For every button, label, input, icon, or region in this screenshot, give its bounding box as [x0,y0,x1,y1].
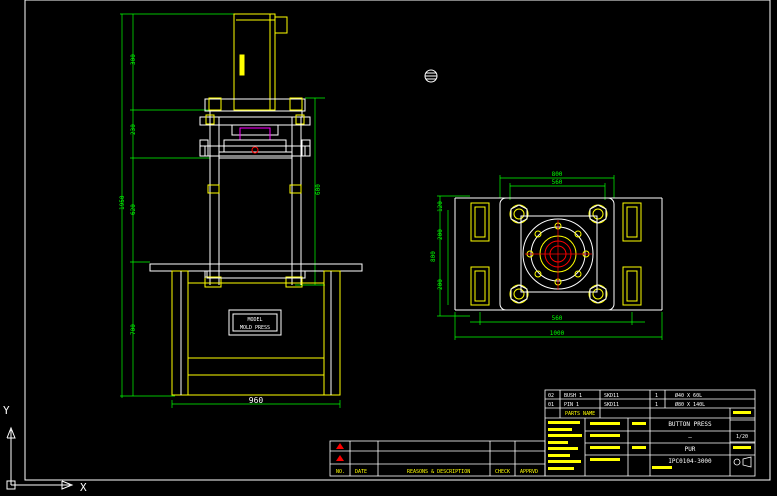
column-collars [204,184,303,288]
cad-drawing-canvas[interactable]: Y X 300 230 1950 620 700 600 MODEL MOLD … [0,0,777,496]
plan-dim-top-outer: 800 [552,171,563,178]
nameplate-line1: MODEL [247,317,262,323]
part-no: 01 [548,402,554,408]
part-spec: Ø80 X 140L [675,401,705,408]
nameplate-line2: MOLD PRESS [240,325,270,331]
x-axis-label: X [80,481,87,494]
svg-text:620: 620 [130,204,137,215]
projection-symbol [733,456,752,468]
part-material: SKD11 [604,393,619,399]
elevation-vertical-dimensions [120,13,325,398]
part-qty: 1 [655,402,658,408]
plan-dim-bottom-outer: 1000 [550,330,565,337]
plan-left-dim-text: 120 200 800 200 [430,201,444,290]
part-no: 02 [548,393,554,399]
parts-row-0: 02 BUSH 1 SKD11 1 Ø40 X 60L [548,392,702,399]
part-name: BUSH 1 [564,393,582,399]
revision-markers [336,443,344,461]
elevation-view[interactable]: 300 230 1950 620 700 600 MODEL MOLD PRES… [119,13,363,408]
cylinder [233,13,288,111]
section-symbol [424,69,438,83]
rev-header-date: DATE [355,469,367,475]
width-dim-label: 960 [249,396,264,405]
drawing-number: IPC0104-3000 [668,458,712,465]
drawing-title: BUTTON PRESS [668,421,712,428]
rev-header-reasons: REASONS & DESCRIPTION [407,469,470,475]
part-spec: Ø40 X 60L [675,392,702,399]
scale-value: 1/20 [736,434,748,440]
svg-text:200: 200 [437,229,444,240]
rev-header-no: NO. [336,469,345,475]
parts-name-header: PARTS NAME [565,411,595,417]
part-name: PIN 1 [564,402,579,408]
svg-text:120: 120 [437,201,444,212]
svg-text:200: 200 [437,279,444,290]
svg-text:300: 300 [130,54,137,65]
plan-left-dimensions [437,195,470,317]
svg-text:800: 800 [430,251,437,262]
title-left-column [548,421,646,470]
nameplate: MODEL MOLD PRESS [228,309,282,336]
revision-block[interactable]: NO. DATE REASONS & DESCRIPTION CHECK APP… [329,440,546,477]
title-dash: — [688,434,692,441]
svg-text:230: 230 [130,124,137,135]
plan-dim-top-inner: 560 [552,179,563,186]
svg-text:700: 700 [130,324,137,335]
rev-header-check: CHECK [495,469,510,475]
parts-row-1: 01 PIN 1 SKD11 1 Ø80 X 140L [548,401,705,408]
part-qty: 1 [655,393,658,399]
plan-dim-bottom-inner: 560 [552,315,563,322]
base-inner-lines [180,271,332,395]
plan-view[interactable]: 800 560 120 200 800 200 560 1000 [430,171,663,340]
material-value: PUR [685,446,696,453]
svg-text:600: 600 [315,184,322,195]
title-block[interactable]: 02 BUSH 1 SKD11 1 Ø40 X 60L 01 PIN 1 SKD… [544,389,756,477]
rev-header-apprvd: APPRVD [520,469,538,475]
part-material: SKD11 [604,402,619,408]
y-axis-label: Y [3,404,10,417]
svg-text:1950: 1950 [119,195,126,210]
base-frame [171,270,341,396]
guide-columns [199,117,311,285]
